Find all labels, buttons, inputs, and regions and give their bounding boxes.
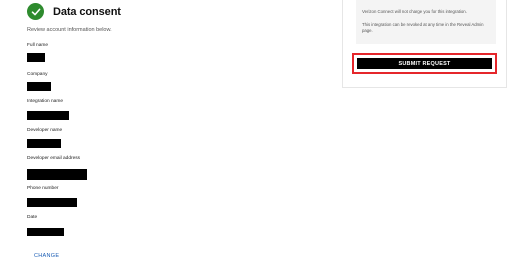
page-subtitle: Review account information below. [27,27,112,33]
check-circle-icon [27,3,44,20]
redacted-value-phone-number [27,198,77,207]
field-label-date: Date [27,215,38,220]
redacted-value-full-name [27,53,45,62]
redacted-value-developer-name [27,139,61,148]
redacted-value-developer-email [27,169,87,180]
field-label-developer-email: Developer email address [27,156,81,161]
submit-request-button[interactable]: SUBMIT REQUEST [357,58,492,69]
submit-panel: Verizon Connect will not charge you for … [342,0,507,88]
change-link[interactable]: CHANGE [34,253,59,259]
consent-header: Data consent [27,3,121,20]
notice-revocable: This integration can be revoked at any t… [362,22,484,34]
submit-highlight: SUBMIT REQUEST [352,53,497,74]
notice-box: Verizon Connect will not charge you for … [356,0,496,44]
redacted-value-date [27,228,64,236]
redacted-value-company [27,82,51,91]
field-label-company: Company [27,72,48,77]
notice-no-charge: Verizon Connect will not charge you for … [362,9,467,14]
field-label-phone-number: Phone number [27,186,59,191]
field-label-developer-name: Developer name [27,128,63,133]
redacted-value-integration-name [27,111,69,120]
field-label-integration-name: Integration name [27,99,64,104]
field-label-full-name: Full name [27,43,49,48]
page-title: Data consent [53,5,121,18]
